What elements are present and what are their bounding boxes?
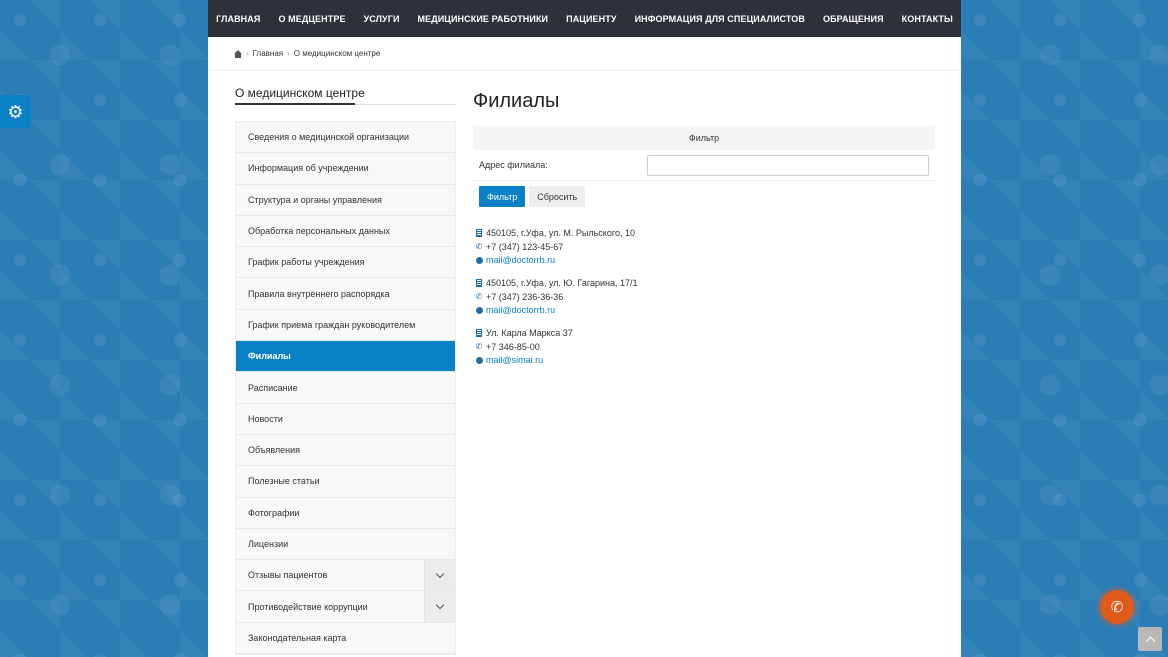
chevron-down-icon (435, 569, 445, 579)
filter-header: Фильтр (473, 126, 935, 150)
sidebar-item-legislation-map[interactable]: Законодательная карта (236, 622, 455, 655)
branch-email-link[interactable]: mail@doctorrb.ru (486, 305, 555, 315)
breadcrumb-separator: › (246, 49, 249, 58)
sidebar-item-photos[interactable]: Фотографии (236, 497, 455, 529)
sidebar-item-label: Сведения о медицинской организации (248, 132, 410, 143)
nav-item-patients[interactable]: ПАЦИЕНТУ (557, 14, 625, 24)
phone-icon: ✆ (475, 242, 483, 252)
branch-item: 450105, г.Уфа, ул. Ю. Гагарина, 17/1 ✆ +7… (473, 276, 935, 317)
sidebar-item-label: График работы учреждения (248, 257, 365, 268)
sidebar-item-institution-info[interactable]: Информация об учреждении (236, 153, 455, 185)
scroll-top-button[interactable] (1138, 627, 1162, 651)
sidebar-item-label: Информация об учреждении (248, 163, 369, 174)
expand-toggle[interactable] (424, 591, 455, 622)
branch-address: 450105, г.Уфа, ул. Ю. Гагарина, 17/1 (486, 277, 638, 288)
filter-button[interactable]: Фильтр (479, 186, 526, 207)
sidebar: О медицинском центре Сведения о медицинс… (235, 86, 456, 656)
sidebar-item-label: Противодействие коррупции (248, 601, 368, 612)
globe-icon (475, 306, 483, 314)
breadcrumb-current: О медицинском центре (293, 49, 381, 58)
sidebar-item-patient-reviews[interactable]: Отзывы пациентов (236, 560, 455, 592)
branch-phone: +7 (347) 123-45-67 (486, 241, 564, 252)
address-input[interactable] (647, 154, 929, 176)
globe-icon (475, 256, 483, 264)
branch-address: 450105, г.Уфа, ул. М. Рыльского, 10 (486, 227, 635, 238)
sidebar-item-label: Объявления (248, 445, 301, 456)
breadcrumb-home-link[interactable]: Главная (253, 49, 283, 58)
globe-icon (475, 356, 483, 364)
branch-email-link[interactable]: mail@doctorrb.ru (486, 255, 555, 265)
sidebar-item-personal-data[interactable]: Обработка персональных данных (236, 215, 455, 248)
branch-address: Ул. Карла Маркса 37 (486, 327, 573, 338)
phone-icon: ✆ (475, 292, 483, 302)
home-icon[interactable] (234, 49, 242, 58)
branch-item: 450105, г.Уфа, ул. М. Рыльского, 10 ✆ +7 … (473, 226, 935, 267)
sidebar-item-structure[interactable]: Структура и органы управления (236, 184, 455, 216)
sidebar-item-announcements[interactable]: Объявления (236, 434, 455, 467)
nav-item-services[interactable]: УСЛУГИ (355, 14, 409, 24)
settings-panel-toggle[interactable]: ⚙ (0, 95, 31, 128)
sidebar-item-label: Лицензии (248, 539, 289, 549)
sidebar-item-label: Новости (248, 413, 283, 424)
nav-item-about[interactable]: О МЕДЦЕНТРЕ (269, 14, 354, 24)
building-icon (476, 328, 482, 337)
nav-item-medical-staff[interactable]: МЕДИЦИНСКИЕ РАБОТНИКИ (409, 14, 558, 24)
sidebar-item-work-schedule[interactable]: График работы учреждения (236, 247, 455, 279)
sidebar-item-reception-schedule[interactable]: График приема граждан руководителем (236, 309, 455, 342)
top-navigation: ГЛАВНАЯ О МЕДЦЕНТРЕ УСЛУГИ МЕДИЦИНСКИЕ Р… (208, 0, 961, 37)
sidebar-item-label: Обработка персональных данных (248, 226, 390, 237)
sidebar-item-label: Фотографии (248, 507, 300, 518)
filter-actions: Фильтр Сбросить (473, 181, 935, 212)
address-label: Адрес филиала: (479, 160, 548, 170)
branch-email-link[interactable]: mail@simai.ru (486, 355, 543, 365)
building-icon (476, 228, 482, 237)
branch-phone: +7 346-85-00 (486, 341, 540, 352)
main-content: Филиалы Фильтр Адрес филиала: Фильтр Сбр… (473, 86, 935, 367)
sidebar-item-news[interactable]: Новости (236, 403, 455, 435)
sidebar-item-label: График приема граждан руководителем (248, 319, 416, 330)
gear-icon: ⚙ (7, 101, 24, 122)
phone-icon: ✆ (1110, 599, 1124, 616)
callback-button[interactable]: ✆ (1100, 590, 1134, 624)
breadcrumb: › Главная › О медицинском центре (208, 37, 961, 71)
branch-item: Ул. Карла Маркса 37 ✆ +7 346-85-00 mail@s… (473, 326, 935, 367)
building-icon (476, 278, 482, 287)
sidebar-item-timetable[interactable]: Расписание (236, 372, 455, 404)
sidebar-item-licenses[interactable]: Лицензии (236, 528, 455, 561)
sidebar-item-label: Расписание (248, 382, 298, 393)
sidebar-item-internal-rules[interactable]: Правила внутреннего распорядка (236, 278, 455, 310)
expand-toggle[interactable] (424, 560, 455, 591)
sidebar-item-branches[interactable]: Филиалы (236, 341, 455, 373)
sidebar-item-label: Правила внутреннего распорядка (248, 288, 390, 299)
chevron-down-icon (435, 600, 445, 610)
sidebar-item-label: Полезные статьи (248, 476, 320, 487)
page-title: Филиалы (473, 90, 560, 112)
nav-item-contacts[interactable]: КОНТАКТЫ (893, 14, 961, 24)
sidebar-item-label: Отзывы пациентов (248, 570, 328, 581)
nav-item-appeals[interactable]: ОБРАЩЕНИЯ (814, 14, 893, 24)
sidebar-menu: Сведения о медицинской организации Инфор… (235, 121, 456, 656)
filter-address-row: Адрес филиала: (473, 150, 935, 181)
phone-icon: ✆ (475, 342, 483, 352)
sidebar-title: О медицинском центре (235, 86, 456, 105)
sidebar-item-label: Филиалы (248, 351, 291, 362)
nav-item-specialists[interactable]: ИНФОРМАЦИЯ ДЛЯ СПЕЦИАЛИСТОВ (626, 14, 814, 24)
nav-item-home[interactable]: ГЛАВНАЯ (208, 14, 269, 24)
sidebar-item-label: Законодательная карта (248, 632, 347, 643)
branch-phone: +7 (347) 236-36-36 (486, 291, 564, 302)
sidebar-item-anti-corruption[interactable]: Противодействие коррупции (236, 591, 455, 623)
breadcrumb-separator: › (287, 49, 290, 58)
sidebar-item-articles[interactable]: Полезные статьи (236, 466, 455, 498)
chevron-up-icon (1145, 636, 1155, 646)
page-container: ГЛАВНАЯ О МЕДЦЕНТРЕ УСЛУГИ МЕДИЦИНСКИЕ Р… (208, 0, 961, 657)
sidebar-item-label: Структура и органы управления (248, 194, 382, 205)
reset-button[interactable]: Сбросить (529, 186, 586, 207)
sidebar-item-organization-info[interactable]: Сведения о медицинской организации (236, 122, 455, 154)
